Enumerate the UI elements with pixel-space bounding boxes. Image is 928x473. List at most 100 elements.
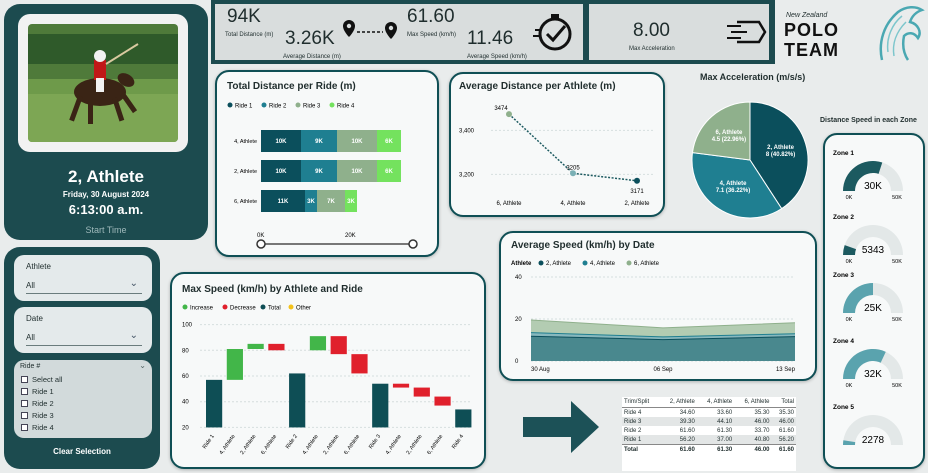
y-tick-label: 60 (182, 374, 189, 380)
x-tick-label: 4, Athlete (219, 434, 237, 456)
x-tick-label: 4, Athlete (385, 434, 403, 456)
x-tick-label: Ride 4 (451, 434, 465, 450)
checkbox-icon[interactable] (21, 388, 28, 395)
y-tick-label: 20 (515, 317, 522, 323)
ride-slicer: Ride # ⌄ Select all Ride 1 Ride 2 Ride 3… (14, 360, 152, 438)
table-header[interactable]: Total (771, 397, 796, 408)
x-tick-label: 30 Aug (531, 367, 550, 373)
ride-option[interactable]: Ride 4 (21, 423, 54, 432)
waterfall-bar (372, 383, 389, 428)
table-cell: 61.60 (778, 427, 794, 434)
slice-label: 6, Athlete (716, 130, 743, 136)
x-tick-label: 2, Athlete (322, 434, 340, 456)
table-header[interactable]: 4, Athlete (696, 397, 735, 408)
x-tick-label: 4, Athlete (560, 201, 586, 207)
waterfall-bar (434, 396, 451, 406)
ride-time: 6:13:00 a.m. (68, 202, 144, 217)
y-tick-label: 20 (182, 425, 189, 431)
max-speed-waterfall-chart: Increase Decrease Total Other 100 80 60 40 20 Rid… (182, 304, 472, 456)
waterfall-bar (330, 336, 347, 355)
bar-value-label: 3K (307, 199, 315, 205)
date-dropdown[interactable]: All ⌄ (26, 328, 142, 346)
x-tick-label: 13 Sep (776, 367, 796, 373)
table-cell: 33.70 (754, 427, 770, 434)
ride-option[interactable]: Ride 1 (21, 387, 54, 396)
team-logo: New Zealand POLO TEAM (780, 2, 926, 66)
table-row: Ride 4 34.60 33.60 35.30 35.30 (622, 408, 796, 418)
zone-title: Zone 2 (833, 214, 854, 221)
legend-label: Ride 1 (235, 104, 253, 110)
legend-label: Increase (190, 306, 214, 312)
bar-value-label: 10K (351, 139, 363, 145)
horse-head-icon (879, 6, 925, 61)
photo-frame (18, 14, 188, 152)
ride-option[interactable]: Ride 3 (21, 411, 54, 420)
gauge-min: 0K (846, 259, 853, 265)
table-header[interactable]: Trim/Split (622, 397, 660, 408)
gauge-value: 2278 (862, 435, 885, 446)
chevron-down-icon[interactable]: ⌄ (139, 361, 146, 370)
legend-title: Athlete (511, 261, 532, 267)
legend-marker (261, 102, 267, 108)
distance-kpi-card: 94K Total Distance (m) 3.26K Average Dis… (215, 4, 407, 60)
max-acceleration-label: Max Acceleration (629, 46, 675, 52)
checkbox-icon[interactable] (21, 412, 28, 419)
athlete-dropdown-value: All (26, 281, 35, 290)
range-slider-handle-max[interactable] (408, 239, 418, 249)
legend-label: Ride 4 (337, 104, 355, 110)
waterfall-bar (268, 343, 285, 351)
legend-marker (295, 102, 301, 108)
clear-selection-button[interactable]: Clear Selection (4, 447, 160, 456)
ride-option[interactable]: Select all (21, 375, 62, 384)
ride-date: Friday, 30 August 2024 (62, 190, 150, 199)
slider-min-label: 0K (257, 233, 264, 239)
x-tick-label: Ride 3 (368, 434, 382, 450)
arrow-right-icon (523, 401, 599, 453)
legend-marker (582, 260, 588, 266)
logo-country: New Zealand (786, 12, 828, 19)
athlete-slicer[interactable]: Athlete All ⌄ (14, 255, 152, 301)
waterfall-bar (392, 383, 410, 388)
ride-option-label: Ride 3 (32, 411, 54, 420)
table-cell: Ride 2 (624, 427, 642, 434)
route-pin-icon (343, 20, 397, 39)
speed-table: Trim/Split 2, Athlete 4, Athlete 6, Athlete… (622, 397, 796, 471)
avg-distance-chart-card: Average Distance per Athlete (m) 3,400 3,… (449, 72, 665, 217)
gauge-max: 50K (892, 195, 902, 201)
y-tick-label: 3,400 (459, 128, 475, 134)
range-slider-handle-min[interactable] (256, 239, 266, 249)
checkbox-icon[interactable] (21, 424, 28, 431)
bar-value-label: 10K (275, 169, 287, 175)
ride-option[interactable]: Ride 2 (21, 399, 54, 408)
table-cell: 46.00 (771, 417, 796, 426)
legend-marker (288, 304, 294, 310)
checkbox-icon[interactable] (21, 400, 28, 407)
chevron-down-icon: ⌄ (129, 278, 138, 289)
athlete-dropdown[interactable]: All ⌄ (26, 276, 142, 294)
table-cell: 61.60 (679, 427, 695, 434)
average-distance-value: 3.26K (285, 28, 335, 49)
table-cell: 56.20 (771, 435, 796, 445)
table-cell: 34.60 (679, 409, 695, 416)
checkbox-icon[interactable] (21, 376, 28, 383)
legend-marker (182, 304, 188, 310)
date-slicer-label: Date (26, 314, 43, 323)
zones-card: Zone 1 30K 0K 50K Zone 2 5343 0K 50K Zone 3 25K 0K… (823, 133, 925, 469)
legend-marker (329, 102, 335, 108)
table-header[interactable]: 2, Athlete (659, 397, 697, 408)
legend-marker (227, 102, 233, 108)
zones-title: Distance Speed in each Zone (820, 117, 917, 124)
ride-slicer-label: Ride # (20, 363, 41, 370)
x-tick-label: 4, Athlete (302, 434, 320, 456)
legend-label: 2, Athlete (546, 261, 572, 267)
avg-speed-chart: Athlete 2, Athlete 4, Athlete 6, Athlete 40 2… (511, 260, 796, 373)
slice-label: 4, Athlete (720, 181, 747, 187)
avg-speed-chart-card: Average Speed (km/h) by Date Athlete 2, A… (499, 231, 817, 381)
data-label: 3474 (494, 106, 508, 112)
table-cell: Total (622, 444, 660, 454)
bar-value-label: 10K (275, 139, 287, 145)
athlete-photo (28, 24, 178, 142)
table-header[interactable]: 6, Athlete (734, 397, 772, 408)
date-slicer[interactable]: Date All ⌄ (14, 307, 152, 353)
bar-value-label: 7K (327, 199, 335, 205)
